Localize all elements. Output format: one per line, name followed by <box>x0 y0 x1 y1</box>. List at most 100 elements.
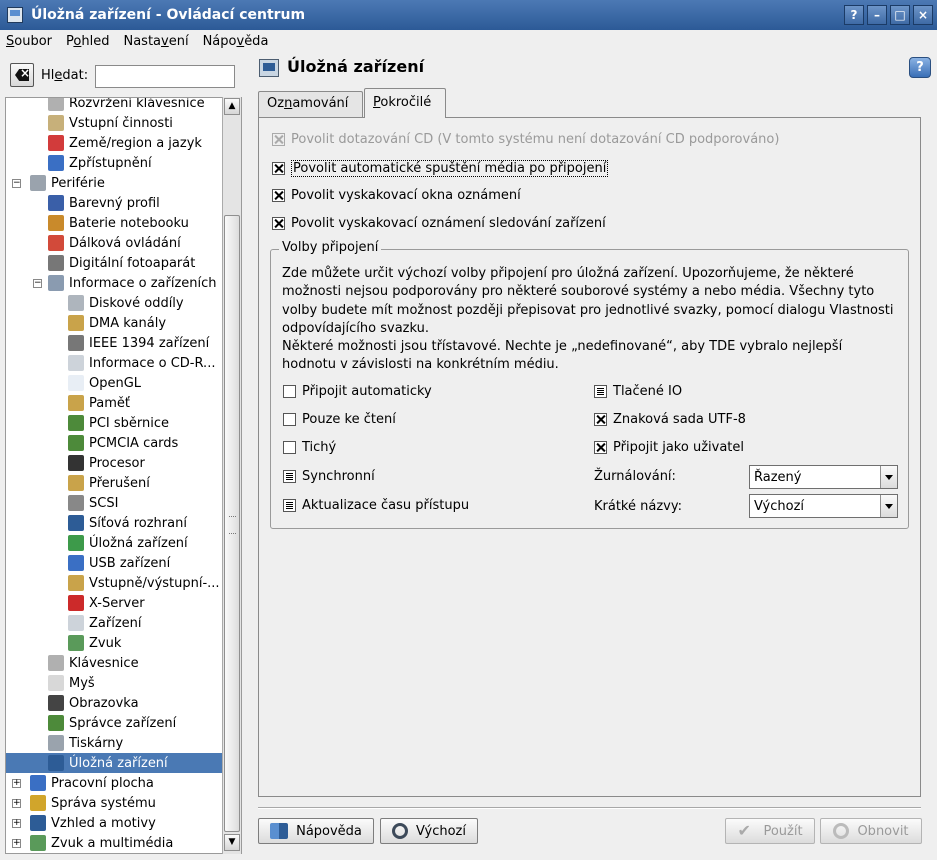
tree-item-label: Zpřístupnění <box>69 155 152 171</box>
tree-item[interactable]: DMA kanály <box>6 313 224 333</box>
tree-item[interactable]: Země/region a jazyk <box>6 133 224 153</box>
tree-item[interactable]: Vstupní činnosti <box>6 113 224 133</box>
tree-item[interactable]: Dálková ovládání <box>6 233 224 253</box>
utf8-checkbox[interactable]: Znaková sada UTF-8 <box>594 412 746 427</box>
tree-item[interactable]: Zvuk <box>6 633 224 653</box>
tree-item[interactable]: + Zvuk a multimédia <box>6 833 224 853</box>
tree-item[interactable]: IEEE 1394 zařízení <box>6 333 224 353</box>
menu-pohled[interactable]: Pohled <box>66 34 109 49</box>
checkbox-label: Tichý <box>302 440 337 455</box>
appearance-icon <box>30 815 46 831</box>
read-only-checkbox[interactable]: Pouze ke čtení <box>283 412 396 427</box>
tree-item[interactable]: Paměť <box>6 393 224 413</box>
tree-item[interactable]: Úložná zařízení <box>6 753 224 773</box>
group-description: Zde můžete určit výchozí volby připojení… <box>282 265 898 375</box>
tab-pokrocile[interactable]: Pokročilé <box>364 88 446 118</box>
expand-icon[interactable]: + <box>12 798 21 808</box>
automount-checkbox[interactable]: Povolit automatické spuštění média po př… <box>272 160 609 177</box>
tree-scrollbar[interactable]: ▲ ▼ <box>222 97 241 854</box>
access-time-checkbox[interactable]: Aktualizace času přístupu <box>283 498 469 513</box>
collapse-icon[interactable]: − <box>12 178 21 188</box>
short-names-select[interactable]: Výchozí <box>749 494 898 518</box>
storage-icon <box>48 755 64 771</box>
tree-item-label: SCSI <box>89 495 119 511</box>
tree-item[interactable]: Digitální fotoaparát <box>6 253 224 273</box>
cd-polling-checkbox[interactable]: Povolit dotazování CD (V tomto systému n… <box>272 132 779 147</box>
cdrom-icon <box>68 355 84 371</box>
tree-item[interactable]: + Vzhled a motivy <box>6 813 224 833</box>
quiet-checkbox[interactable]: Tichý <box>283 440 336 455</box>
tree-item[interactable]: Zařízení <box>6 613 224 633</box>
tree-item[interactable]: Přerušení <box>6 473 224 493</box>
tree-item[interactable]: + Pracovní plocha <box>6 773 224 793</box>
tree-item-label: Vzhled a motivy <box>51 815 156 831</box>
tree-item[interactable]: Rozvržení klávesnice <box>6 98 224 113</box>
scroll-up-arrow[interactable]: ▲ <box>224 98 240 115</box>
help-icon[interactable]: ? <box>909 57 931 78</box>
tree-item[interactable]: SCSI <box>6 493 224 513</box>
menu-napoveda[interactable]: Nápověda <box>203 34 269 49</box>
tree-item-label: Klávesnice <box>69 655 139 671</box>
tree-item[interactable]: + Správa systému <box>6 793 224 813</box>
menu-nastaveni[interactable]: Nastavení <box>123 34 188 49</box>
tree-item[interactable]: PCI sběrnice <box>6 413 224 433</box>
tree-item[interactable]: Obrazovka <box>6 693 224 713</box>
tree-item[interactable]: Procesor <box>6 453 224 473</box>
tree-item[interactable]: − Periférie <box>6 173 224 193</box>
tree-item[interactable]: Zpřístupnění <box>6 153 224 173</box>
expand-icon[interactable]: + <box>12 818 21 828</box>
device-icon <box>68 615 84 631</box>
tree-item[interactable]: Myš <box>6 673 224 693</box>
tree-item[interactable]: OpenGL <box>6 373 224 393</box>
tree-item[interactable]: Tiskárny <box>6 733 224 753</box>
defaults-button[interactable]: Výchozí <box>380 818 478 844</box>
tree-item[interactable]: Informace o CD-R... <box>6 353 224 373</box>
expand-icon[interactable]: + <box>12 778 21 788</box>
reset-button[interactable]: Obnovit <box>820 818 922 844</box>
checkbox-box <box>594 413 607 426</box>
notification-popups-checkbox[interactable]: Povolit vyskakovací okna oznámení <box>272 188 521 203</box>
tree-item-label: Správa systému <box>51 795 156 811</box>
minimize-button[interactable]: – <box>867 5 887 25</box>
tree-item-label: PCMCIA cards <box>89 435 179 451</box>
tree-item-label: Tiskárny <box>69 735 124 751</box>
tree-item[interactable]: Síťová rozhraní <box>6 513 224 533</box>
tree-item[interactable]: Barevný profil <box>6 193 224 213</box>
tree-item[interactable]: Správce zařízení <box>6 713 224 733</box>
tree-item[interactable]: USB zařízení <box>6 553 224 573</box>
tree-item[interactable]: Vstupně/výstupní-... <box>6 573 224 593</box>
tree-item[interactable]: X-Server <box>6 593 224 613</box>
panel-splitter[interactable] <box>247 60 250 854</box>
mount-as-user-checkbox[interactable]: Připojit jako uživatel <box>594 440 744 455</box>
device-monitor-checkbox[interactable]: Povolit vyskakovací oznámení sledování z… <box>272 216 606 231</box>
journaling-select[interactable]: Řazený <box>749 465 898 489</box>
tree-item[interactable]: PCMCIA cards <box>6 433 224 453</box>
search-input[interactable] <box>95 65 235 88</box>
tab-oznamovani[interactable]: Oznamování <box>258 91 363 118</box>
flushed-io-checkbox[interactable]: Tlačené IO <box>594 384 682 399</box>
keyboard-icon <box>48 98 64 111</box>
checkbox-box <box>283 413 296 426</box>
reload-icon <box>391 823 408 839</box>
tree-item[interactable]: − Informace o zařízeních <box>6 273 224 293</box>
apply-button[interactable]: ✔ Použít <box>725 818 815 844</box>
tree-item[interactable]: Baterie notebooku <box>6 213 224 233</box>
synchronous-checkbox[interactable]: Synchronní <box>283 469 375 484</box>
scroll-thumb[interactable] <box>224 215 240 832</box>
menu-soubor[interactable]: Soubor <box>6 34 52 49</box>
tree-item[interactable]: Diskové oddíly <box>6 293 224 313</box>
tree-item[interactable]: Úložná zařízení <box>6 533 224 553</box>
help-button[interactable]: Nápověda <box>258 818 374 844</box>
clear-search-button[interactable] <box>10 63 34 87</box>
expand-icon[interactable]: + <box>12 838 21 848</box>
maximize-button[interactable]: □ <box>890 5 910 25</box>
tree-item-label: Zařízení <box>89 615 142 631</box>
help-window-button[interactable]: ? <box>844 5 864 25</box>
scroll-down-arrow[interactable]: ▼ <box>224 834 240 851</box>
collapse-icon[interactable]: − <box>33 278 42 288</box>
mount-auto-checkbox[interactable]: Připojit automaticky <box>283 384 432 399</box>
close-button[interactable]: × <box>913 5 933 25</box>
tree-item[interactable]: Klávesnice <box>6 653 224 673</box>
device-manager-icon <box>48 715 64 731</box>
mouse-icon <box>48 675 64 691</box>
